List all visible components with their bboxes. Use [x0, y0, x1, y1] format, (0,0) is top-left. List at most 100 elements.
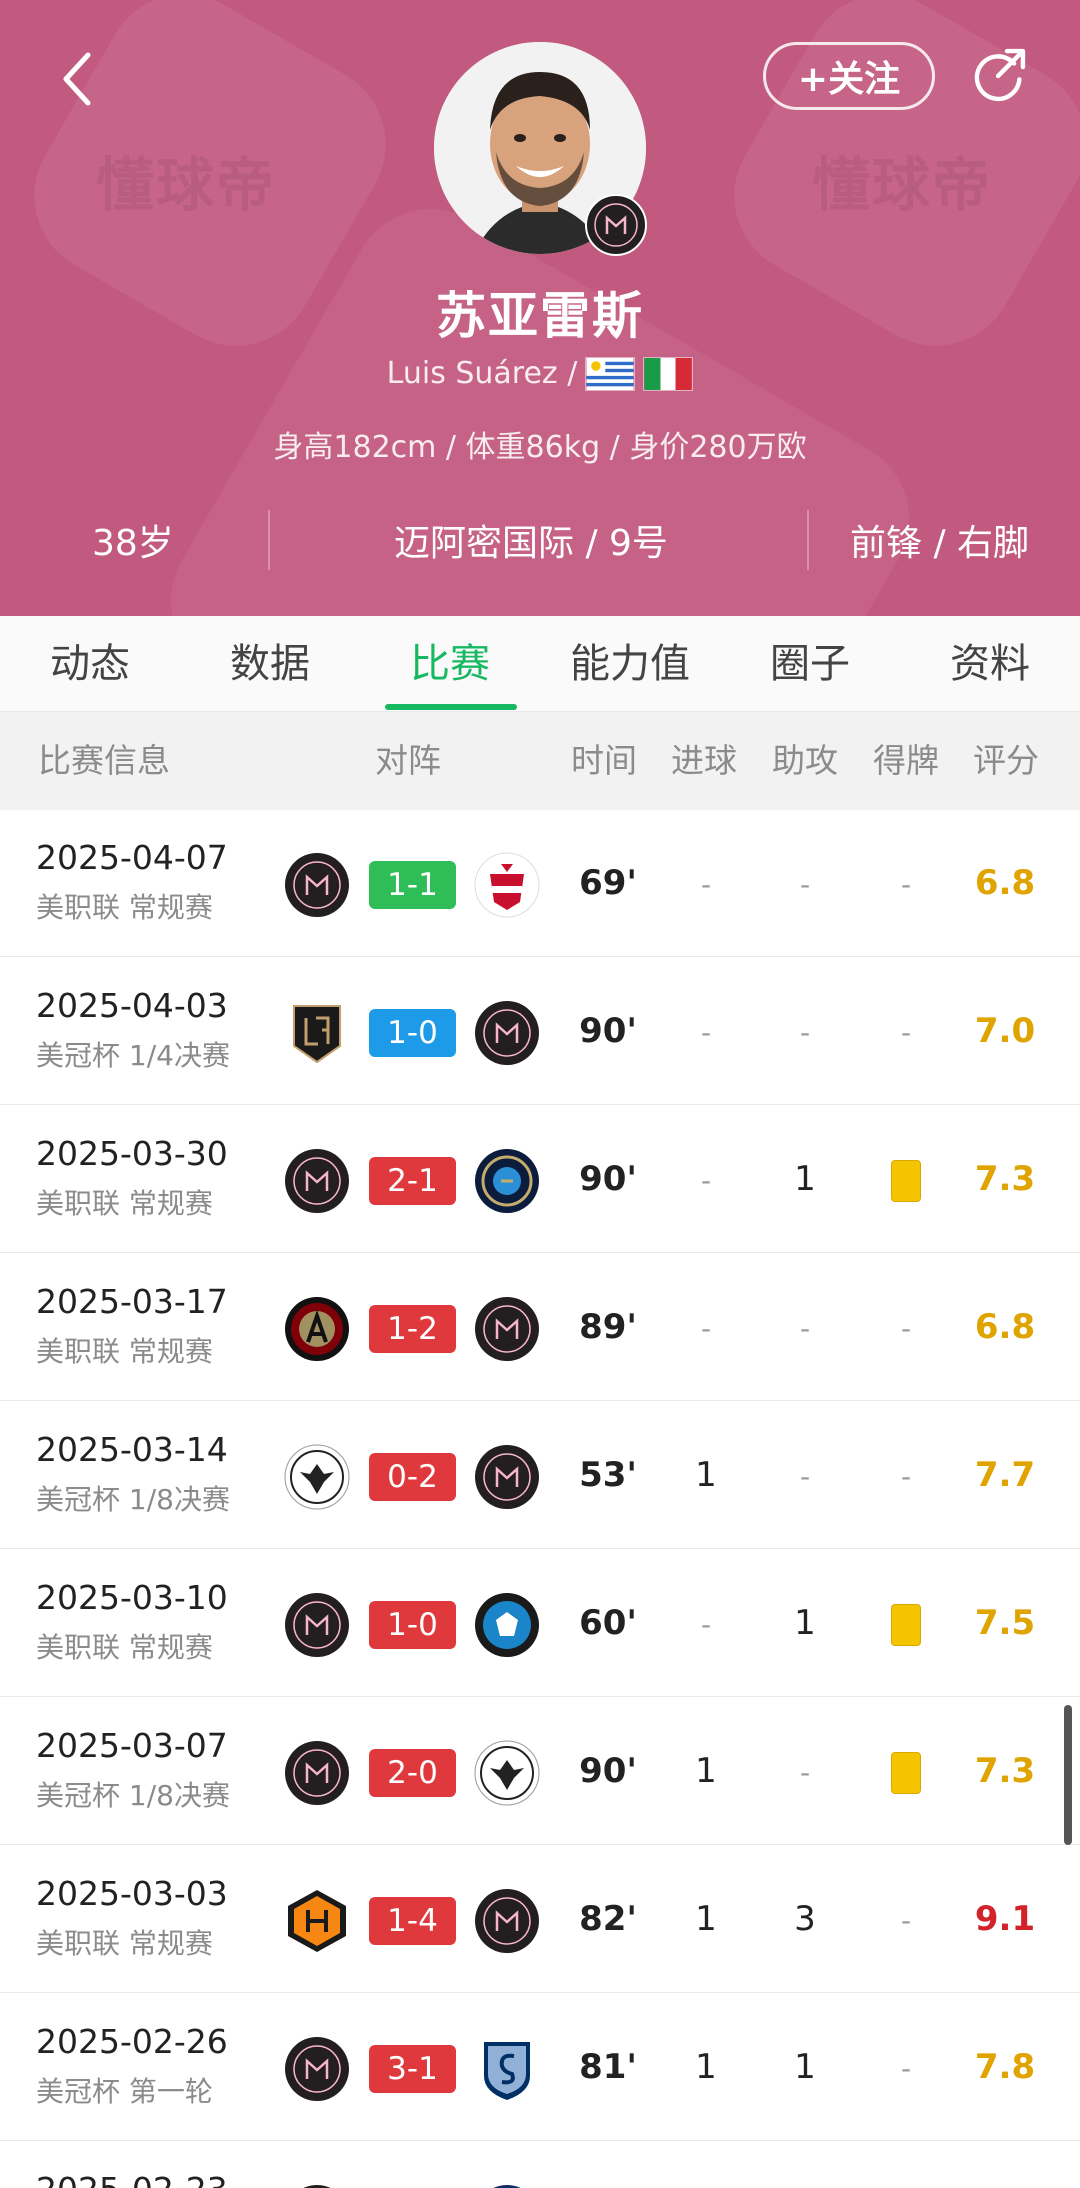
home-team-logo-icon[interactable]	[284, 1148, 350, 1214]
watermark: 懂球帝	[96, 151, 277, 219]
assists-cell: 1	[794, 2047, 816, 2087]
italy-flag-icon	[643, 356, 694, 391]
minutes-played: 69'	[579, 863, 637, 903]
match-score: 1-4	[369, 1897, 456, 1945]
match-score: 1-0	[369, 1601, 456, 1649]
home-team-logo-icon[interactable]	[284, 1444, 350, 1510]
away-team-logo-icon[interactable]	[474, 2184, 540, 2188]
away-team-logo-icon[interactable]	[474, 852, 540, 918]
goals-cell: -	[700, 868, 712, 901]
minutes-played: 90'	[579, 1011, 637, 1051]
match-competition: 美冠杯 1/8决赛	[36, 1779, 230, 1812]
assists-cell: 1	[794, 1159, 816, 1199]
away-team-logo-icon[interactable]	[474, 1148, 540, 1214]
active-tab-indicator	[385, 704, 517, 710]
minutes-played: 89'	[579, 1307, 637, 1347]
tab-stats[interactable]: 数据	[180, 616, 360, 712]
player-name: 苏亚雷斯	[436, 287, 644, 345]
home-team-logo-icon[interactable]	[284, 1592, 350, 1658]
match-competition: 美职联 常规赛	[36, 1335, 213, 1368]
assists-cell: -	[799, 1016, 811, 1049]
match-rating: 6.8	[974, 1307, 1036, 1347]
away-team-logo-icon[interactable]	[474, 1888, 540, 1954]
tab-bar: 动态 数据 比赛 能力值 圈子 资料	[0, 616, 1080, 712]
assists-cell: -	[799, 1756, 811, 1789]
match-rating: 7.5	[974, 1603, 1036, 1643]
match-row[interactable]: 2025-04-07 美职联 常规赛 1-1 69' - - - 6.8	[0, 810, 1080, 957]
match-row[interactable]: 2025-03-07 美冠杯 1/8决赛 2-0 90' 1 - 7.3	[0, 1698, 1080, 1845]
goals-cell: 1	[695, 1751, 717, 1791]
tab-ability[interactable]: 能力值	[540, 616, 720, 712]
match-date: 2025-03-14	[36, 1430, 228, 1469]
match-date: 2025-03-10	[36, 1578, 228, 1617]
match-row[interactable]: 2025-02-26 美冠杯 第一轮 3-1 81' 1 1 - 7.8	[0, 1994, 1080, 2141]
away-team-logo-icon[interactable]	[474, 1296, 540, 1362]
goals-cell: -	[700, 1608, 712, 1641]
cards-cell	[866, 1550, 946, 1697]
match-rating: 7.8	[974, 2047, 1036, 2087]
home-team-logo-icon[interactable]	[284, 1296, 350, 1362]
home-team-logo-icon[interactable]	[284, 1888, 350, 1954]
away-team-logo-icon[interactable]	[474, 1444, 540, 1510]
match-row[interactable]: 2025-03-30 美职联 常规赛 2-1 90' - 1 7.3	[0, 1106, 1080, 1253]
col-header-rating: 评分	[973, 741, 1039, 780]
away-team-logo-icon[interactable]	[474, 1592, 540, 1658]
match-row[interactable]: 2025-03-03 美职联 常规赛 1-4 82' 1 3 - 9.1	[0, 1846, 1080, 1993]
back-button[interactable]	[48, 44, 108, 114]
match-rating: 9.1	[974, 1899, 1036, 1939]
match-score: 0-2	[369, 1453, 456, 1501]
match-competition: 美职联 常规赛	[36, 891, 213, 924]
match-date: 2025-03-17	[36, 1282, 228, 1321]
tab-feed[interactable]: 动态	[0, 616, 180, 712]
match-score: 1-2	[369, 1305, 456, 1353]
col-header-goals: 进球	[671, 741, 737, 780]
match-row[interactable]: 2025-04-03 美冠杯 1/4决赛 1-0 90' - - - 7.0	[0, 958, 1080, 1105]
tab-community[interactable]: 圈子	[720, 616, 900, 712]
match-row[interactable]: 2025-03-10 美职联 常规赛 1-0 60' - 1 7.5	[0, 1550, 1080, 1697]
tab-profile[interactable]: 资料	[900, 616, 1080, 712]
goals-cell: 1	[695, 2047, 717, 2087]
home-team-logo-icon[interactable]	[284, 2036, 350, 2102]
scrollbar[interactable]	[1064, 1705, 1072, 1845]
cards-cell: -	[900, 1460, 912, 1493]
share-button[interactable]	[964, 40, 1034, 110]
match-row[interactable]: 2025-03-17 美职联 常规赛 1-2 89' - - - 6.8	[0, 1254, 1080, 1401]
match-score: 3-1	[369, 2045, 456, 2093]
match-competition: 美职联 常规赛	[36, 1631, 213, 1664]
player-header: 懂球帝 懂球帝 +关注 苏亚雷斯 Luis Suárez / 身高182cm /…	[0, 0, 1080, 616]
player-club-number[interactable]: 迈阿密国际 / 9号	[394, 500, 668, 580]
minutes-played: 81'	[579, 2047, 637, 2087]
home-team-logo-icon[interactable]	[284, 852, 350, 918]
club-badge-icon	[585, 194, 647, 256]
home-team-logo-icon[interactable]	[284, 1000, 350, 1066]
minutes-played: 90'	[579, 1751, 637, 1791]
match-rating	[962, 2142, 1048, 2188]
yellow-card-icon	[891, 1159, 921, 1202]
home-team-logo-icon[interactable]	[284, 2184, 350, 2188]
goals-cell: 1	[695, 1899, 717, 1939]
minutes-played: 82'	[579, 1899, 637, 1939]
share-icon	[974, 48, 1026, 102]
match-competition: 美冠杯 1/8决赛	[36, 1483, 230, 1516]
player-physical-info: 身高182cm / 体重86kg / 身价280万欧	[273, 430, 807, 465]
follow-button[interactable]: +关注	[763, 42, 935, 110]
cards-cell: -	[900, 1904, 912, 1937]
match-rating: 6.8	[974, 863, 1036, 903]
minutes-played: 53'	[579, 1455, 637, 1495]
match-date: 2025-03-30	[36, 1134, 228, 1173]
home-team-logo-icon[interactable]	[284, 1740, 350, 1806]
col-header-cards: 得牌	[873, 741, 939, 780]
away-team-logo-icon[interactable]	[474, 2036, 540, 2102]
match-row[interactable]: 2025-03-14 美冠杯 1/8决赛 0-2 53' 1 - - 7.7	[0, 1402, 1080, 1549]
goals-cell: 1	[695, 1455, 717, 1495]
yellow-card-icon	[891, 1603, 921, 1646]
match-row[interactable]: 2025-02-23	[0, 2142, 1080, 2188]
yellow-card-icon	[891, 1751, 921, 1794]
away-team-logo-icon[interactable]	[474, 1000, 540, 1066]
uruguay-flag-icon	[585, 356, 636, 391]
tab-matches[interactable]: 比赛	[360, 616, 540, 712]
assists-cell: -	[799, 1460, 811, 1493]
match-rating: 7.3	[974, 1751, 1036, 1791]
player-position-foot: 前锋 / 右脚	[850, 523, 1030, 564]
away-team-logo-icon[interactable]	[474, 1740, 540, 1806]
